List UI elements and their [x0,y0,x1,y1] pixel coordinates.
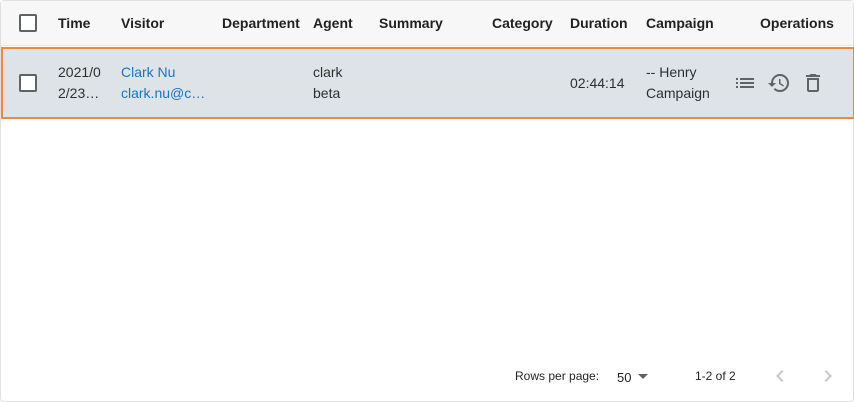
row-checkbox[interactable] [19,74,37,92]
visitor-name-link[interactable]: Clark Nu [121,62,205,83]
visitor-cell: Clark Nu clark.nu@c… [121,62,205,104]
visitor-email-link[interactable]: clark.nu@c… [121,83,205,104]
pagination-range: 1-2 of 2 [695,369,736,383]
previous-page-icon[interactable] [768,364,792,388]
column-header-visitor[interactable]: Visitor [121,15,164,31]
select-all-checkbox[interactable] [19,14,37,32]
time-cell: 2021/0 2/23… [58,62,101,104]
column-header-campaign[interactable]: Campaign [646,15,714,31]
column-header-department[interactable]: Department [222,15,300,31]
table-row[interactable]: 2021/0 2/23… Clark Nu clark.nu@c… clark … [1,47,854,119]
column-header-time[interactable]: Time [58,15,90,31]
column-header-duration[interactable]: Duration [570,15,628,31]
list-icon[interactable] [733,71,757,95]
next-page-icon[interactable] [816,364,840,388]
column-header-summary[interactable]: Summary [379,15,443,31]
rows-per-page-select[interactable]: 50 [611,363,653,389]
agent-cell: clark beta [313,62,343,104]
chevron-down-icon [638,374,648,379]
history-icon[interactable] [767,71,791,95]
agent-line-1: clark [313,64,343,80]
column-header-operations: Operations [760,15,834,31]
campaign-cell: -- Henry Campaign [646,62,710,104]
rows-per-page-label: Rows per page: [515,369,600,383]
duration-cell: 02:44:14 [570,75,625,91]
agent-line-2: beta [313,85,341,101]
column-header-category[interactable]: Category [492,15,553,31]
delete-icon[interactable] [801,71,825,95]
time-line-1: 2021/0 [58,64,101,80]
campaign-line-1: -- Henry [646,64,697,80]
rows-per-page-value: 50 [617,370,632,385]
data-table: Time Visitor Department Agent Summary Ca… [0,0,854,402]
campaign-line-2: Campaign [646,85,710,101]
column-header-agent[interactable]: Agent [313,15,353,31]
table-header: Time Visitor Department Agent Summary Ca… [1,1,853,46]
time-line-2: 2/23… [58,85,100,101]
